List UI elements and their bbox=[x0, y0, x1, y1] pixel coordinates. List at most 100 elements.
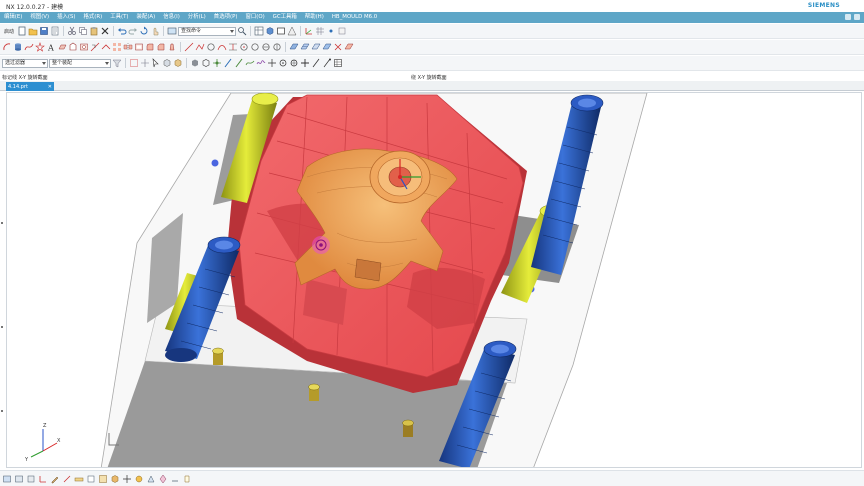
file-tab[interactable]: 4.14.prt ✕ bbox=[6, 82, 54, 91]
polyline-icon[interactable] bbox=[195, 42, 205, 52]
undo-icon[interactable] bbox=[117, 26, 127, 36]
blend-icon[interactable] bbox=[145, 42, 155, 52]
trim-sheet-icon[interactable] bbox=[333, 42, 343, 52]
pattern-icon[interactable] bbox=[112, 42, 122, 52]
search-icon[interactable] bbox=[237, 26, 247, 36]
trim-icon[interactable] bbox=[90, 42, 100, 52]
menu-gc-toolkit[interactable]: GC工具箱 bbox=[269, 12, 301, 23]
revolve-icon[interactable] bbox=[68, 42, 78, 52]
wcs-icon[interactable] bbox=[304, 26, 314, 36]
layout-icon[interactable] bbox=[254, 26, 264, 36]
section-icon[interactable] bbox=[261, 42, 271, 52]
start-menu[interactable]: 启动 bbox=[2, 28, 16, 35]
menu-information[interactable]: 信息(I) bbox=[159, 12, 184, 23]
wireframe-icon[interactable] bbox=[201, 58, 211, 68]
offset-surface-icon[interactable] bbox=[344, 42, 354, 52]
analysis-icon[interactable] bbox=[272, 42, 282, 52]
star-sketch-icon[interactable] bbox=[35, 42, 45, 52]
draft-icon[interactable] bbox=[167, 42, 177, 52]
chamfer-icon[interactable] bbox=[156, 42, 166, 52]
minimize-icon[interactable] bbox=[845, 14, 851, 20]
assembly-icon[interactable] bbox=[146, 474, 156, 484]
copy-icon[interactable] bbox=[78, 26, 88, 36]
delete-icon[interactable] bbox=[100, 26, 110, 36]
text-feature-icon[interactable]: A bbox=[46, 42, 56, 53]
group-icon[interactable] bbox=[98, 474, 108, 484]
shell-icon[interactable] bbox=[134, 42, 144, 52]
selection-scope-select[interactable]: 整个装配 bbox=[49, 58, 111, 68]
cut-icon[interactable] bbox=[67, 26, 77, 36]
check-icon[interactable] bbox=[250, 42, 260, 52]
color-icon[interactable] bbox=[276, 26, 286, 36]
center-icon[interactable] bbox=[278, 58, 288, 68]
menu-hb-mould[interactable]: HB_MOULD M6.0 bbox=[328, 12, 381, 23]
menu-assemblies[interactable]: 装配(A) bbox=[133, 12, 160, 23]
new-file-icon[interactable] bbox=[17, 26, 27, 36]
touch-mode-icon[interactable] bbox=[150, 26, 160, 36]
snap-point-icon[interactable] bbox=[140, 58, 150, 68]
constraint-icon[interactable] bbox=[134, 474, 144, 484]
ruler-icon[interactable] bbox=[74, 474, 84, 484]
hole-icon[interactable] bbox=[79, 42, 89, 52]
line-snap-icon[interactable] bbox=[311, 58, 321, 68]
visibility-icon[interactable] bbox=[26, 474, 36, 484]
layer-icon[interactable] bbox=[2, 474, 12, 484]
restore-icon[interactable] bbox=[854, 14, 860, 20]
circle-icon[interactable] bbox=[206, 42, 216, 52]
redo-icon[interactable] bbox=[128, 26, 138, 36]
offset-curve-icon[interactable] bbox=[217, 42, 227, 52]
sheet-icon[interactable] bbox=[337, 26, 347, 36]
explode-icon[interactable] bbox=[158, 474, 168, 484]
surface-icon[interactable] bbox=[289, 42, 299, 52]
snap-bottom-icon[interactable] bbox=[62, 474, 72, 484]
menu-preferences[interactable]: 首选项(P) bbox=[210, 12, 242, 23]
move-icon[interactable] bbox=[122, 474, 132, 484]
wcs-bottom-icon[interactable] bbox=[38, 474, 48, 484]
intersection-icon[interactable] bbox=[267, 58, 277, 68]
wave-icon[interactable] bbox=[256, 58, 266, 68]
edit-icon[interactable] bbox=[50, 474, 60, 484]
save-icon[interactable] bbox=[39, 26, 49, 36]
text-icon[interactable] bbox=[50, 26, 60, 36]
close-icon[interactable]: ✕ bbox=[48, 84, 52, 90]
component-icon[interactable] bbox=[110, 474, 120, 484]
grid-icon[interactable] bbox=[315, 26, 325, 36]
curve-icon[interactable] bbox=[24, 42, 34, 52]
menu-tools[interactable]: 工具(T) bbox=[106, 12, 132, 23]
paste-icon[interactable] bbox=[89, 26, 99, 36]
open-file-icon[interactable] bbox=[28, 26, 38, 36]
filter-icon[interactable] bbox=[112, 58, 122, 68]
attach-icon[interactable] bbox=[86, 474, 96, 484]
mirror-icon[interactable] bbox=[123, 42, 133, 52]
table-icon[interactable] bbox=[333, 58, 343, 68]
arrow-icon[interactable] bbox=[151, 58, 161, 68]
type-filter-select[interactable]: 选过滤器 bbox=[2, 58, 48, 68]
extrude-icon[interactable] bbox=[57, 42, 67, 52]
endpoint-icon[interactable] bbox=[322, 58, 332, 68]
render-icon[interactable] bbox=[287, 26, 297, 36]
tangent-icon[interactable] bbox=[245, 58, 255, 68]
point-icon[interactable] bbox=[326, 26, 336, 36]
quadrant-icon[interactable] bbox=[289, 58, 299, 68]
wave-link-icon[interactable] bbox=[170, 474, 180, 484]
plus-icon[interactable] bbox=[300, 58, 310, 68]
diagonal-icon[interactable] bbox=[234, 58, 244, 68]
view-cube-icon[interactable] bbox=[173, 58, 183, 68]
patch-icon[interactable] bbox=[322, 42, 332, 52]
cube-icon[interactable] bbox=[162, 58, 172, 68]
menu-view[interactable]: 视图(V) bbox=[26, 12, 53, 23]
repeat-icon[interactable] bbox=[139, 26, 149, 36]
arc-icon[interactable] bbox=[2, 42, 12, 52]
mesh-surface-icon[interactable] bbox=[300, 42, 310, 52]
menu-help[interactable]: 帮助(H) bbox=[301, 12, 328, 23]
sew-icon[interactable] bbox=[101, 42, 111, 52]
command-search-input[interactable]: 查找命令 bbox=[178, 26, 237, 36]
shaded-icon[interactable] bbox=[190, 58, 200, 68]
project-curve-icon[interactable] bbox=[228, 42, 238, 52]
swept-icon[interactable] bbox=[311, 42, 321, 52]
menu-analysis[interactable]: 分析(L) bbox=[184, 12, 210, 23]
menu-format[interactable]: 格式(R) bbox=[80, 12, 107, 23]
menu-window[interactable]: 窗口(O) bbox=[241, 12, 268, 23]
cylinder-icon[interactable] bbox=[13, 42, 23, 52]
menu-edit[interactable]: 编辑(E) bbox=[0, 12, 26, 23]
